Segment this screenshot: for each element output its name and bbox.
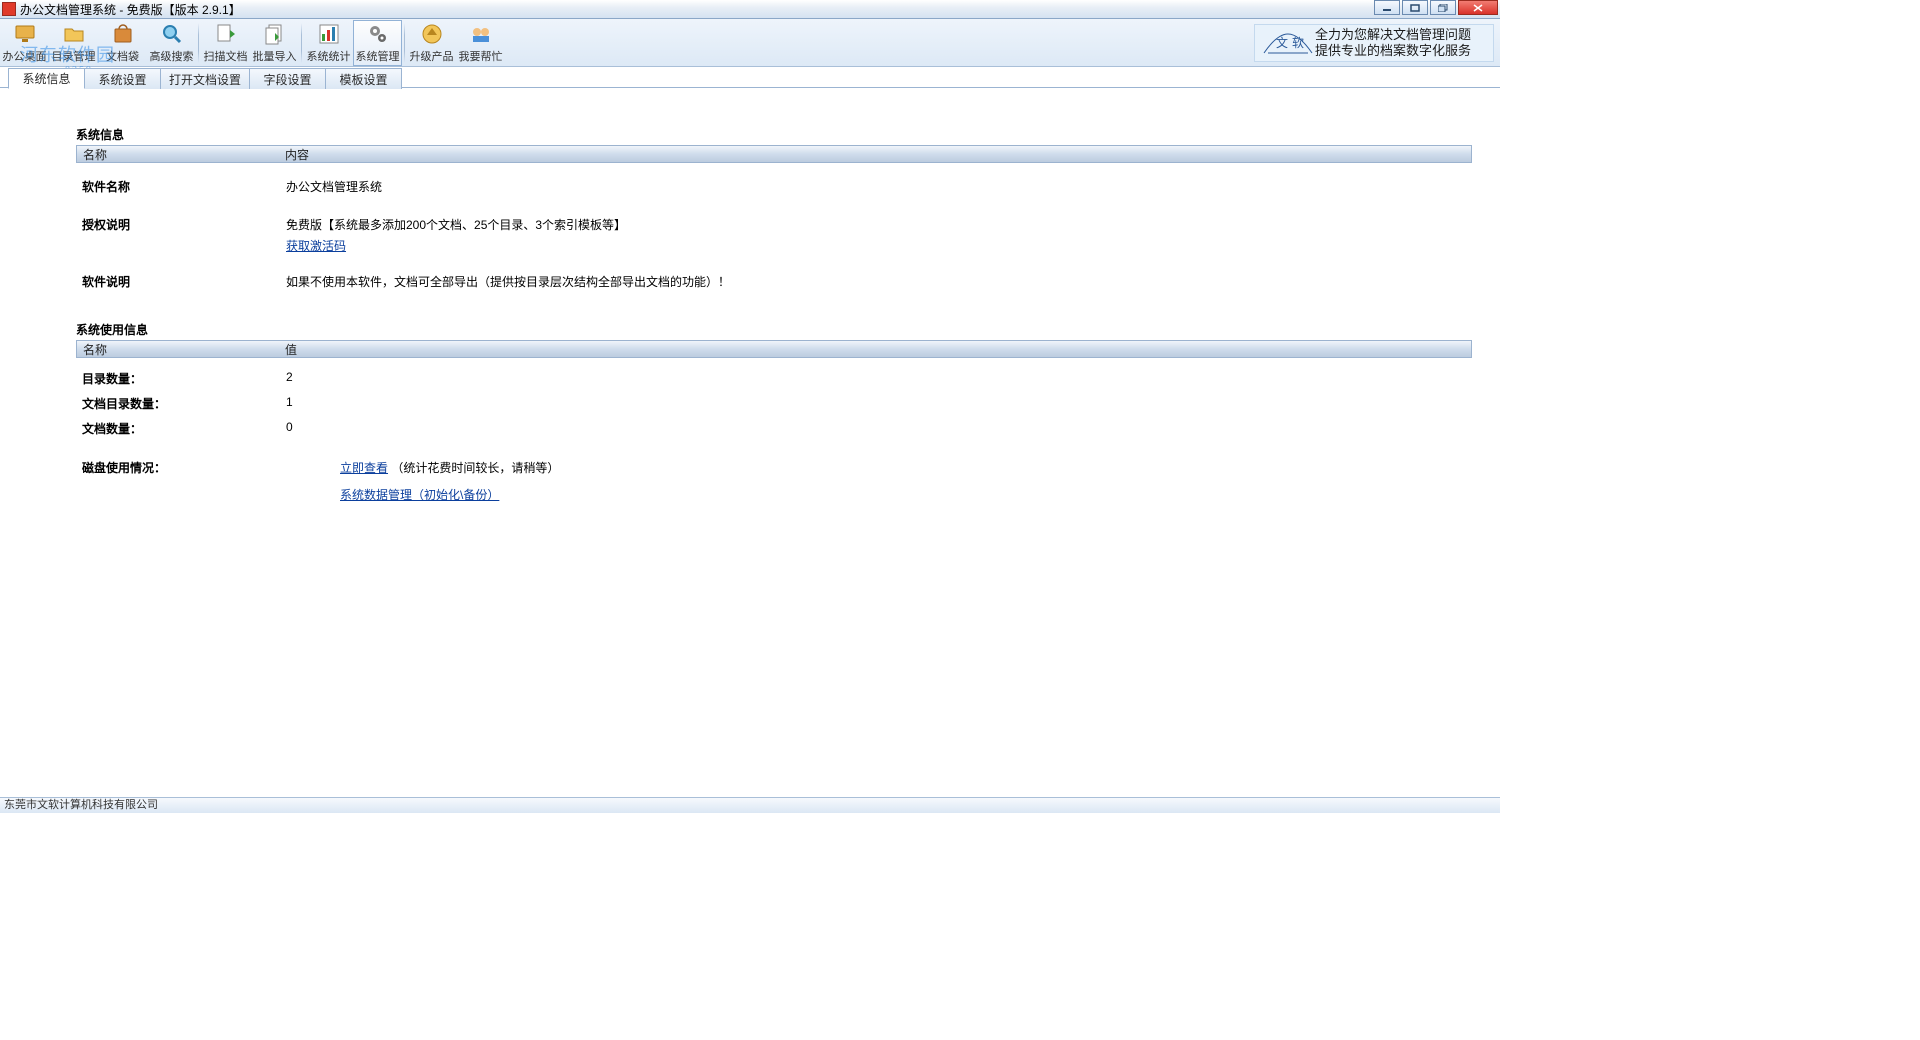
app-icon <box>2 2 16 16</box>
toolbar: 河东软件园 www.pc0359.cn 办公桌面 目录管理 文档袋 高级搜索 扫… <box>0 19 1500 67</box>
toolbar-label: 系统统计 <box>307 48 351 64</box>
col-content: 内容 <box>285 146 309 163</box>
content-area: 系统信息 名称 内容 软件名称 办公文档管理系统 授权说明 免费版【系统最多添加… <box>0 88 1500 510</box>
toolbar-label: 高级搜索 <box>150 48 194 64</box>
link-data-mgmt[interactable]: 系统数据管理（初始化\备份） <box>340 488 499 502</box>
toolbar-batch-import[interactable]: 批量导入 <box>250 20 299 66</box>
value-dir-count: 2 <box>286 370 293 384</box>
svg-text:软: 软 <box>1292 36 1304 50</box>
col-value: 值 <box>285 341 297 358</box>
toolbar-label: 批量导入 <box>253 48 297 64</box>
separator <box>404 23 405 63</box>
label-license: 授权说明 <box>82 216 286 233</box>
label-doc-count: 文档数量： <box>82 420 286 437</box>
link-check-now[interactable]: 立即查看 <box>340 461 388 475</box>
section-title-usage: 系统使用信息 <box>76 321 1472 338</box>
separator <box>301 23 302 63</box>
toolbar-help[interactable]: 我要帮忙 <box>456 20 505 66</box>
tab-system-settings[interactable]: 系统设置 <box>84 68 161 89</box>
toolbar-label: 目录管理 <box>52 48 96 64</box>
toolbar-label: 文档袋 <box>106 48 139 64</box>
footer-text: 东莞市文软计算机科技有限公司 <box>4 799 158 811</box>
label-disk-usage: 磁盘使用情况： <box>82 459 286 476</box>
close-button[interactable] <box>1458 0 1498 15</box>
toolbar-sys-stats[interactable]: 系统统计 <box>304 20 353 66</box>
help-icon <box>468 21 494 47</box>
tab-system-info[interactable]: 系统信息 <box>8 68 85 89</box>
value-doc-count: 0 <box>286 420 293 434</box>
toolbar-scan-doc[interactable]: 扫描文档 <box>201 20 250 66</box>
restore-button[interactable] <box>1402 0 1428 15</box>
tab-field-settings[interactable]: 字段设置 <box>249 68 326 89</box>
toolbar-label: 升级产品 <box>410 48 454 64</box>
minimize-button[interactable] <box>1374 0 1400 15</box>
folder-icon <box>61 21 87 47</box>
brand-banner: 文软 全力为您解决文档管理问题 提供专业的档案数字化服务 <box>1254 24 1494 62</box>
window-title: 办公文档管理系统 - 免费版【版本 2.9.1】 <box>20 1 241 18</box>
toolbar-label: 扫描文档 <box>204 48 248 64</box>
toolbar-sys-mgmt[interactable]: 系统管理 <box>353 20 402 66</box>
tabstrip: 系统信息 系统设置 打开文档设置 字段设置 模板设置 <box>0 67 1500 88</box>
toolbar-upgrade[interactable]: 升级产品 <box>407 20 456 66</box>
value-docdir-count: 1 <box>286 395 293 409</box>
row-disk-usage: 磁盘使用情况： 立即查看 （统计花费时间较长，请稍等） 系统数据管理（初始化\备… <box>76 441 1472 510</box>
section-header-usage: 名称 值 <box>76 340 1472 358</box>
value-soft-name: 办公文档管理系统 <box>286 178 382 195</box>
toolbar-adv-search[interactable]: 高级搜索 <box>147 20 196 66</box>
disk-note: （统计花费时间较长，请稍等） <box>391 461 559 475</box>
tab-label: 模板设置 <box>340 71 388 88</box>
statusbar: 东莞市文软计算机科技有限公司 <box>0 797 1500 813</box>
col-name: 名称 <box>77 146 285 163</box>
chart-icon <box>316 21 342 47</box>
toolbar-doc-bag[interactable]: 文档袋 <box>98 20 147 66</box>
tab-label: 系统信息 <box>22 70 70 87</box>
label-soft-name: 软件名称 <box>82 178 286 195</box>
import-icon <box>262 21 288 47</box>
brand-logo: 文软 <box>1261 27 1315 59</box>
brand-line2: 提供专业的档案数字化服务 <box>1315 43 1471 59</box>
col-name: 名称 <box>77 341 285 358</box>
search-icon <box>159 21 185 47</box>
row-doc-count: 文档数量： 0 <box>76 416 1472 441</box>
row-soft-name: 软件名称 办公文档管理系统 <box>76 171 1472 202</box>
svg-text:文: 文 <box>1276 35 1288 50</box>
titlebar: 办公文档管理系统 - 免费版【版本 2.9.1】 <box>0 0 1500 19</box>
tab-open-doc-settings[interactable]: 打开文档设置 <box>160 68 250 89</box>
tab-label: 打开文档设置 <box>169 71 241 88</box>
value-license: 免费版【系统最多添加200个文档、25个目录、3个索引模板等】 <box>286 216 626 233</box>
upgrade-icon <box>419 21 445 47</box>
section-header-sysinfo: 名称 内容 <box>76 145 1472 163</box>
bag-icon <box>110 21 136 47</box>
row-docdir-count: 文档目录数量： 1 <box>76 391 1472 416</box>
value-soft-desc: 如果不使用本软件，文档可全部导出（提供按目录层次结构全部导出文档的功能）！ <box>286 273 730 290</box>
separator <box>198 23 199 63</box>
label-soft-desc: 软件说明 <box>82 273 286 290</box>
brand-line1: 全力为您解决文档管理问题 <box>1315 27 1471 43</box>
row-license: 授权说明 免费版【系统最多添加200个文档、25个目录、3个索引模板等】 获取激… <box>76 202 1472 261</box>
row-soft-desc: 软件说明 如果不使用本软件，文档可全部导出（提供按目录层次结构全部导出文档的功能… <box>76 261 1472 297</box>
label-dir-count: 目录数量： <box>82 370 286 387</box>
maximize-button[interactable] <box>1430 0 1456 15</box>
toolbar-label: 系统管理 <box>356 48 400 64</box>
scan-icon <box>213 21 239 47</box>
tab-label: 字段设置 <box>264 71 312 88</box>
section-title-sysinfo: 系统信息 <box>76 126 1472 143</box>
tab-label: 系统设置 <box>98 71 146 88</box>
tab-template-settings[interactable]: 模板设置 <box>325 68 402 89</box>
gears-icon <box>365 21 391 47</box>
desktop-icon <box>12 21 38 47</box>
toolbar-desktop[interactable]: 办公桌面 <box>0 20 49 66</box>
row-dir-count: 目录数量： 2 <box>76 366 1472 391</box>
toolbar-label: 办公桌面 <box>3 48 47 64</box>
label-docdir-count: 文档目录数量： <box>82 395 286 412</box>
link-activation-code[interactable]: 获取激活码 <box>286 239 346 253</box>
toolbar-label: 我要帮忙 <box>459 48 503 64</box>
toolbar-folder-mgmt[interactable]: 目录管理 <box>49 20 98 66</box>
